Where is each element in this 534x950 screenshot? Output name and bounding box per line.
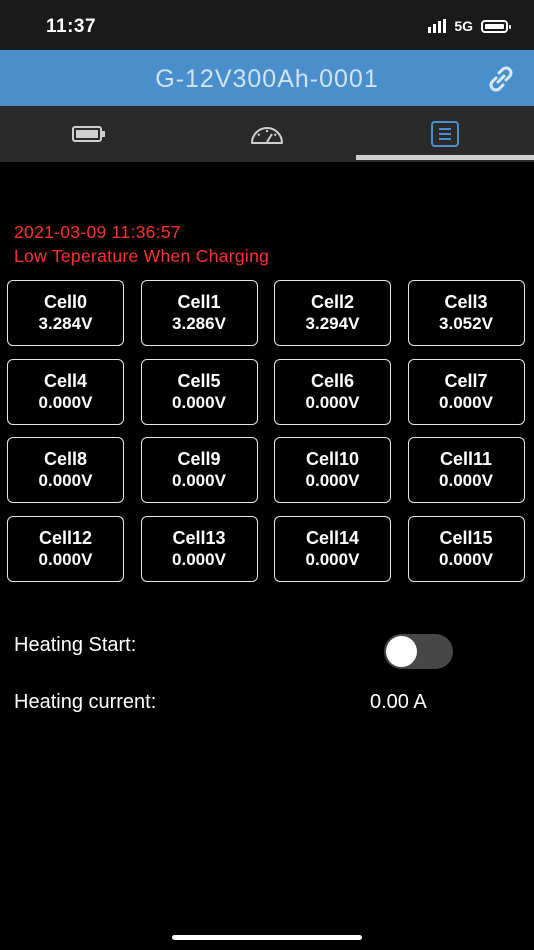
cell-card: Cell0 3.284V <box>7 280 124 346</box>
cell-name: Cell9 <box>177 449 221 470</box>
cell-name: Cell15 <box>439 528 493 549</box>
link-icon[interactable] <box>484 62 518 96</box>
cell-card: Cell13 0.000V <box>140 516 258 583</box>
cell-card: Cell8 0.000V <box>7 437 124 504</box>
toggle-knob <box>386 636 417 667</box>
cell-voltage: 3.284V <box>38 314 93 333</box>
alarm-message: Low Teperature When Charging <box>14 246 270 266</box>
heating-start-toggle[interactable] <box>384 634 453 669</box>
cell-card: Cell12 0.000V <box>7 516 124 583</box>
status-time: 11:37 <box>46 16 97 37</box>
list-icon <box>431 121 459 147</box>
cell-voltage: 3.286V <box>172 314 226 333</box>
cell-name: Cell13 <box>172 528 226 549</box>
cell-name: Cell14 <box>305 528 360 549</box>
cellular-signal-icon <box>428 19 447 33</box>
heating-start-label: Heating Start: <box>14 634 137 656</box>
cell-name: Cell11 <box>439 449 493 470</box>
cell-voltage: 3.052V <box>439 314 493 333</box>
cell-card: Cell10 0.000V <box>274 437 391 504</box>
cell-name: Cell6 <box>310 370 355 391</box>
cell-name: Cell12 <box>38 528 93 549</box>
cell-card: Cell11 0.000V <box>407 437 525 504</box>
cell-voltage: 0.000V <box>172 392 226 412</box>
cell-card: Cell3 3.052V <box>407 280 525 346</box>
cell-voltage: 3.294V <box>305 314 360 333</box>
heating-current-label: Heating current: <box>14 691 157 713</box>
cell-card: Cell1 3.286V <box>140 280 258 346</box>
tab-gauge[interactable] <box>178 106 356 162</box>
cell-card: Cell7 0.000V <box>407 358 525 425</box>
tab-cells[interactable] <box>356 106 534 162</box>
home-indicator[interactable] <box>172 935 362 940</box>
cell-name: Cell8 <box>43 449 88 470</box>
network-type: 5G <box>454 18 473 34</box>
cell-name: Cell10 <box>305 449 360 470</box>
tab-bar <box>0 106 534 162</box>
cell-voltage: 0.000V <box>38 392 93 412</box>
cell-card: Cell14 0.000V <box>274 516 391 583</box>
cell-voltage: 0.000V <box>38 550 93 570</box>
active-tab-indicator <box>356 155 534 160</box>
battery-icon <box>72 126 105 142</box>
cell-voltage: 0.000V <box>439 550 493 570</box>
cell-card: Cell2 3.294V <box>274 280 391 346</box>
cell-name: Cell4 <box>43 370 88 391</box>
title-bar: G-12V300Ah-0001 <box>0 50 534 106</box>
cell-voltage: 0.000V <box>305 471 360 491</box>
cell-voltage: 0.000V <box>439 392 493 412</box>
cell-name: Cell1 <box>177 292 221 312</box>
status-battery-icon <box>481 19 511 33</box>
cell-voltage: 0.000V <box>38 471 93 491</box>
cell-name: Cell2 <box>310 292 355 312</box>
cell-card: Cell9 0.000V <box>140 437 258 504</box>
cell-card: Cell5 0.000V <box>140 358 258 425</box>
gauge-icon <box>251 127 283 144</box>
heating-current-value: 0.00 A <box>370 691 427 713</box>
cell-name: Cell5 <box>177 370 221 391</box>
status-indicators: 5G <box>428 18 511 34</box>
cell-name: Cell3 <box>444 292 488 312</box>
cell-voltage: 0.000V <box>305 550 360 570</box>
cell-voltage: 0.000V <box>305 392 360 412</box>
cell-name: Cell7 <box>444 370 488 391</box>
cell-voltage: 0.000V <box>172 471 226 491</box>
cell-card: Cell4 0.000V <box>7 358 124 425</box>
alarm-timestamp: 2021-03-09 11:36:57 <box>14 222 181 242</box>
cell-name: Cell0 <box>43 292 88 312</box>
cell-voltage: 0.000V <box>439 471 493 491</box>
cell-card: Cell6 0.000V <box>274 358 391 425</box>
device-title: G-12V300Ah-0001 <box>155 65 379 93</box>
cell-card: Cell15 0.000V <box>407 516 525 583</box>
tab-battery[interactable] <box>0 106 178 162</box>
status-bar: 11:37 5G <box>0 0 534 50</box>
cell-voltage: 0.000V <box>172 550 226 570</box>
